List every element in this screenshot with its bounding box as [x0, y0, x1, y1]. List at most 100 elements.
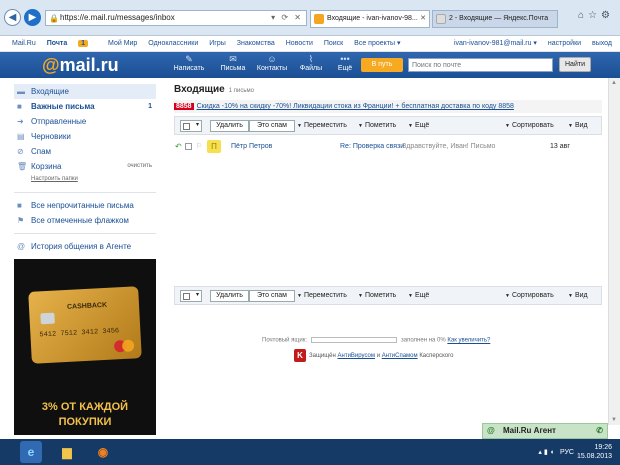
sent-icon: ➜ — [17, 117, 24, 126]
select-all-checkbox[interactable]: ▾ — [180, 290, 202, 302]
message-count: 1 письмо — [228, 88, 254, 94]
select-all-checkbox[interactable]: ▾ — [180, 120, 202, 132]
gear-icon[interactable]: ⚙ — [601, 10, 614, 21]
mailbox-quota: Почтовый ящик: заполнен на 0% Как увеличи… — [262, 337, 491, 344]
address-tools-icon[interactable]: ▾ ⟳ ✕ — [271, 11, 303, 25]
flag-icon[interactable]: ⚐ — [196, 139, 202, 155]
message-sender[interactable]: Пётр Петров — [231, 139, 272, 155]
file-explorer-icon[interactable]: ▆ — [56, 441, 78, 463]
write-button[interactable]: ✎ Написать — [172, 54, 206, 72]
close-tab-icon[interactable]: ✕ — [420, 11, 426, 27]
portal-link-mail[interactable]: Почта 1 — [47, 40, 97, 47]
quota-increase-link[interactable]: Как увеличить? — [447, 338, 490, 344]
address-bar[interactable]: 🔒 https://e.mail.ru/messages/inbox ▾ ⟳ ✕ — [45, 10, 307, 26]
settings-link[interactable]: настройки — [548, 40, 581, 47]
tab-inbox-mailru[interactable]: Входящие - ivan-ivanov-98... ✕ — [310, 10, 430, 28]
divider — [14, 192, 156, 193]
mark-menu[interactable]: ▼ Пометить — [358, 120, 396, 132]
system-tray[interactable]: ▴▮◖ РУС — [538, 448, 574, 456]
lock-icon: 🔒 — [49, 14, 59, 23]
credit-card-image: CASHBACK 5412 7512 3412 3456 — [28, 286, 142, 364]
home-icon[interactable]: ⌂ — [578, 10, 588, 21]
portal-link-games[interactable]: Игры — [209, 40, 226, 47]
quota-bar — [311, 337, 398, 343]
portal-link-odnoklassniki[interactable]: Одноклассники — [148, 40, 198, 47]
delete-button[interactable]: Удалить — [210, 290, 249, 302]
user-menu[interactable]: ivan-ivanov-981@mail.ru ▾ — [454, 40, 537, 47]
delete-button[interactable]: Удалить — [210, 120, 249, 132]
folder-spam[interactable]: ⊘ Спам — [14, 144, 156, 159]
firefox-icon[interactable]: ◉ — [92, 441, 114, 463]
portal-link-all-projects[interactable]: Все проекты ▾ — [354, 40, 400, 47]
message-date: 13 авг — [550, 143, 570, 150]
chevron-down-icon: ▼ — [505, 123, 510, 129]
filter-unread[interactable]: ■ Все непрочитанные письма — [14, 198, 156, 213]
spam-icon: ⊘ — [17, 147, 24, 156]
empty-trash-link[interactable]: очистить — [127, 159, 152, 174]
sidebar: ▬ Входящие ■ Важные письма 1 ➜ Отправленные … — [14, 84, 156, 254]
back-button[interactable]: ◀ — [4, 9, 21, 26]
folder-drafts[interactable]: ▤ Черновики — [14, 129, 156, 144]
logout-link[interactable]: выход — [592, 40, 612, 47]
spam-button[interactable]: Это спам — [249, 120, 295, 132]
view-menu[interactable]: ▼ Вид — [568, 290, 588, 302]
message-subject[interactable]: Re: Проверка связи — [340, 139, 404, 155]
forward-button[interactable]: ▶ — [24, 9, 41, 26]
mailru-agent-bar[interactable]: @ Mail.Ru Агент ✆ — [482, 423, 608, 439]
move-menu[interactable]: ▼ Переместить — [297, 120, 347, 132]
advertisement-banner[interactable]: CASHBACK 5412 7512 3412 3456 3% ОТ КАЖДО… — [14, 259, 156, 435]
portal-link-dating[interactable]: Знакомства — [237, 40, 275, 47]
folder-sent[interactable]: ➜ Отправленные — [14, 114, 156, 129]
star-icon[interactable]: ☆ — [588, 10, 601, 21]
search-input[interactable] — [408, 58, 553, 72]
draft-icon: ▤ — [17, 132, 25, 141]
go-button[interactable]: В путь — [361, 58, 403, 72]
tab-yandex-mail[interactable]: 2 - Входящие — Яндекс.Почта — [432, 10, 558, 28]
message-toolbar-top: ▾ Удалить Это спам ▼ Переместить ▼ Пометит… — [174, 116, 602, 135]
sort-menu[interactable]: ▼ Сортировать — [505, 120, 554, 132]
folder-important[interactable]: ■ Важные письма 1 — [14, 99, 156, 114]
more-menu[interactable]: ▼ Ещё — [408, 290, 429, 302]
portal-link-search[interactable]: Поиск — [324, 40, 343, 47]
agent-icon: @ — [487, 426, 495, 435]
filter-flagged[interactable]: ⚑ Все отмеченные флажком — [14, 213, 156, 228]
scroll-down-icon: ▼ — [611, 417, 617, 423]
trash-icon: 🗑 — [17, 162, 28, 171]
sort-menu[interactable]: ▼ Сортировать — [505, 290, 554, 302]
portal-link-mailru[interactable]: Mail.Ru — [12, 40, 36, 47]
mark-menu[interactable]: ▼ Пометить — [358, 290, 396, 302]
page-title: Входящие 1 письмо — [174, 84, 254, 95]
find-button[interactable]: Найти — [559, 57, 591, 72]
promo-banner[interactable]: 8858 Скидка -10% на скидку -70%! Ликвидац… — [174, 100, 602, 113]
spam-button[interactable]: Это спам — [249, 290, 295, 302]
more-menu[interactable]: ▼ Ещё — [408, 120, 429, 132]
clock[interactable]: 19:26 15.08.2013 — [577, 443, 612, 461]
portal-link-my-world[interactable]: Мой Мир — [108, 40, 137, 47]
internet-explorer-icon[interactable]: e — [20, 441, 42, 463]
antivirus-link[interactable]: АнтиВирусом — [338, 353, 376, 359]
files-button[interactable]: ⌇ Файлы — [294, 54, 328, 72]
letters-button[interactable]: ✉ Письма — [214, 54, 252, 72]
chevron-down-icon: ▼ — [297, 293, 302, 299]
volume-icon: ◖ — [549, 449, 556, 456]
message-checkbox[interactable] — [185, 143, 192, 150]
browser-toolbar-icons[interactable]: ⌂☆⚙ — [578, 10, 614, 21]
move-menu[interactable]: ▼ Переместить — [297, 290, 347, 302]
more-button[interactable]: ••• Ещё — [328, 54, 362, 72]
card-chip-icon — [40, 312, 55, 325]
mailru-logo[interactable]: @mail.ru — [42, 55, 119, 76]
message-row[interactable]: ↶ ⚐ П Пётр Петров Re: Проверка связи Здр… — [174, 139, 602, 155]
view-menu[interactable]: ▼ Вид — [568, 120, 588, 132]
agent-history-link[interactable]: @ История общения в Агенте — [14, 239, 156, 254]
browser-chrome: ◀ ▶ 🔒 https://e.mail.ru/messages/inbox ▾… — [0, 0, 620, 36]
contacts-button[interactable]: ☺ Контакты — [252, 54, 292, 72]
folder-inbox[interactable]: ▬ Входящие — [14, 84, 156, 99]
phone-icon[interactable]: ✆ — [596, 424, 603, 438]
antivirus-notice: K Защищён АнтиВирусом и АнтиСпамом Каспер… — [294, 349, 454, 362]
configure-folders-link[interactable]: Настроить папки — [14, 174, 156, 187]
folder-trash[interactable]: 🗑 Корзина очистить — [14, 159, 156, 174]
antispam-link[interactable]: АнтиСпамом — [382, 353, 418, 359]
page-scrollbar[interactable]: ▲ ▼ — [608, 78, 620, 425]
portal-link-news[interactable]: Новости — [286, 40, 313, 47]
mailru-favicon-icon — [314, 14, 324, 24]
